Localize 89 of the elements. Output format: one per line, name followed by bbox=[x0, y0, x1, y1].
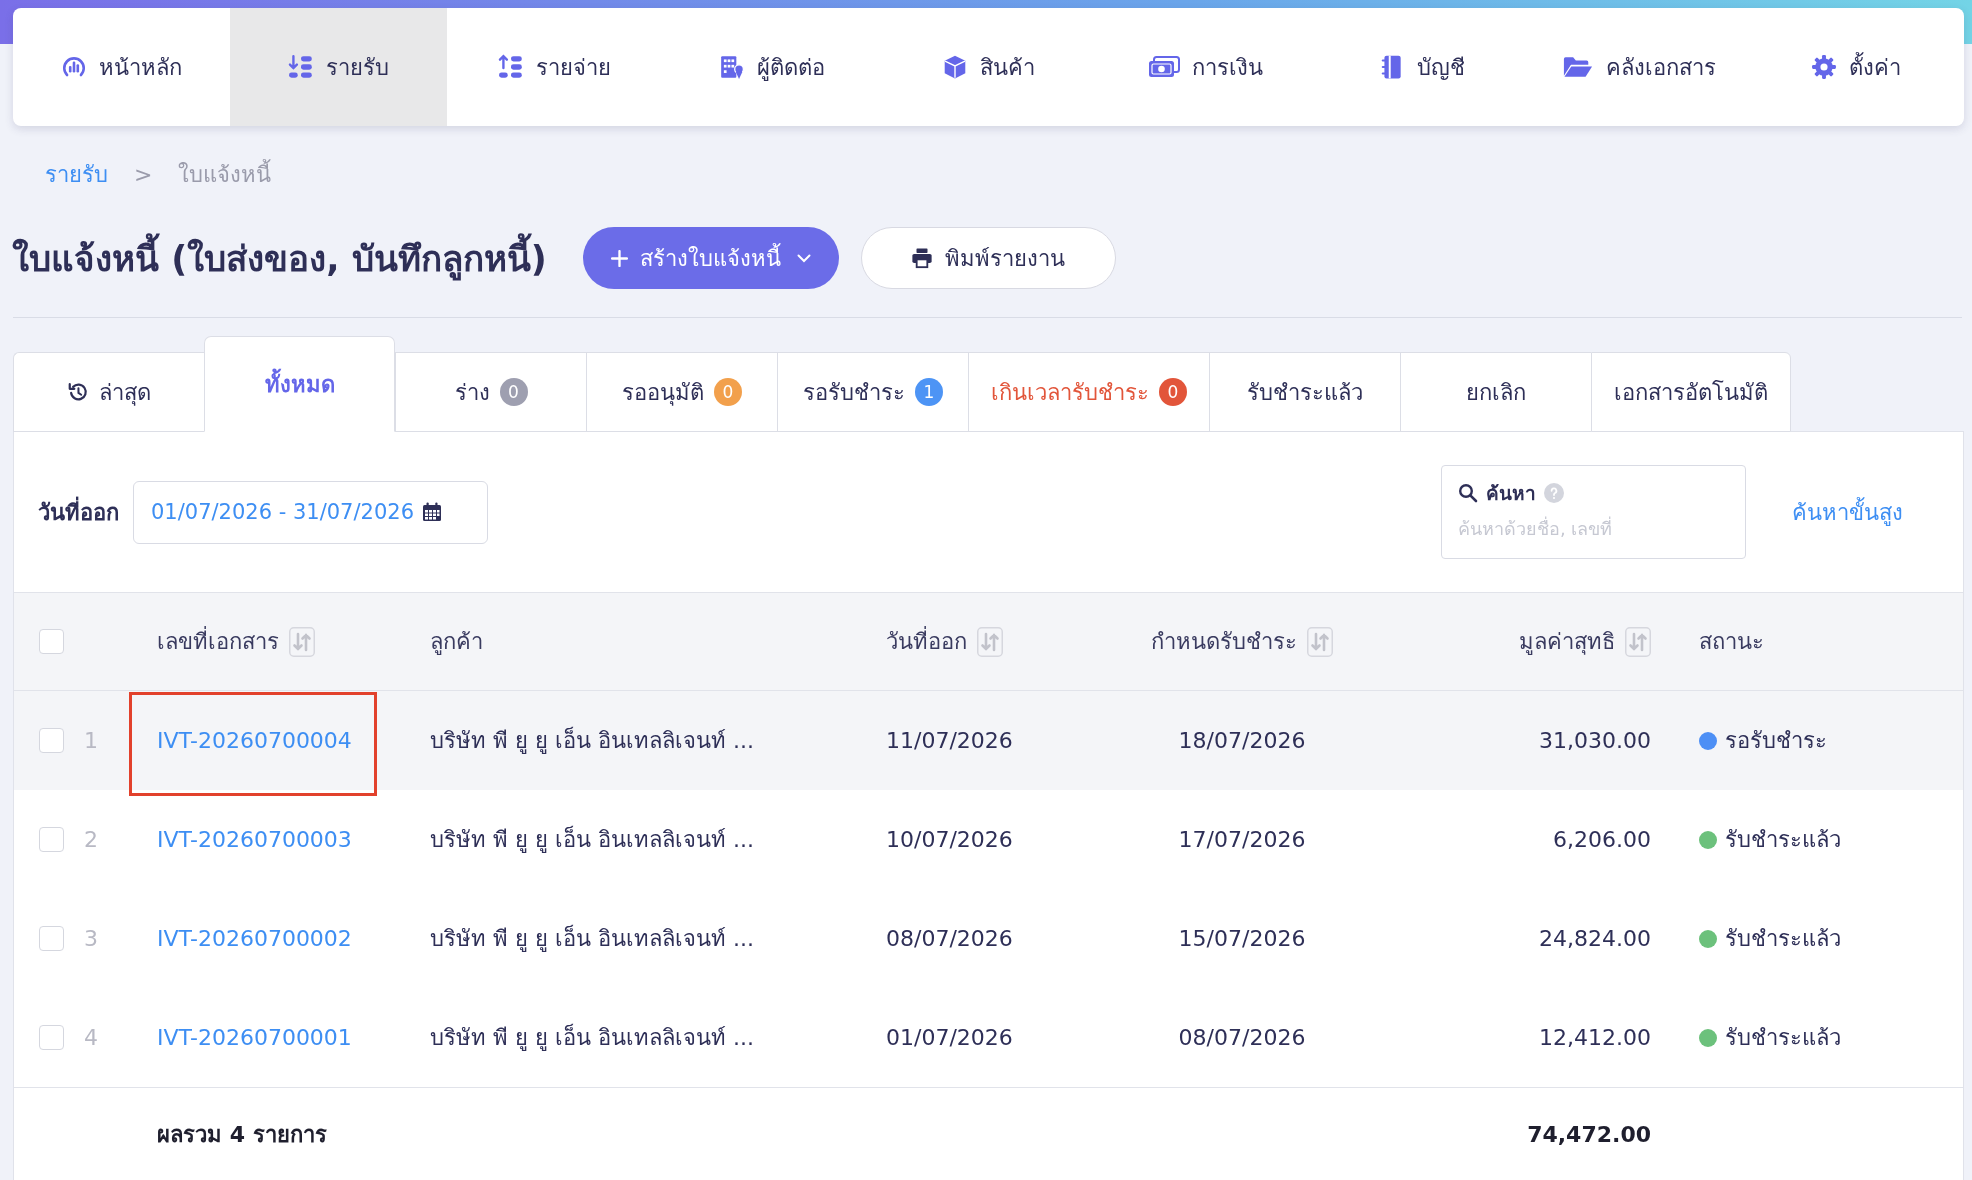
total-label: ผลรวม 4 รายการ bbox=[157, 1120, 328, 1149]
filter-tab[interactable]: เอกสารอัตโนมัติ bbox=[1591, 352, 1791, 432]
calendar-icon bbox=[422, 502, 442, 522]
nav-item[interactable]: สินค้า bbox=[880, 8, 1097, 126]
customer-cell-text: บริษัท พี ยู ยู เอ็น อินเทลลิเจนท์ ... bbox=[430, 923, 755, 954]
date-label: วันที่ออก bbox=[38, 494, 119, 530]
folder-icon bbox=[1561, 54, 1594, 80]
status-label: รับชำระแล้ว bbox=[1725, 826, 1841, 854]
column-header: กำหนดรับชำระ bbox=[1151, 628, 1297, 656]
count-badge: 0 bbox=[499, 378, 528, 406]
count-badge: 0 bbox=[714, 378, 742, 406]
filter-tab[interactable]: รอรับชำระ 1 bbox=[777, 352, 968, 432]
amount-cell-text: 12,412.00 bbox=[1538, 1025, 1651, 1050]
coins-arrow-down-icon bbox=[287, 54, 314, 80]
nav-item[interactable]: รายรับ bbox=[229, 8, 447, 126]
due-date-cell-text: 08/07/2026 bbox=[1177, 1025, 1307, 1050]
search-label: ค้นหา bbox=[1486, 481, 1536, 506]
search-placeholder: ค้นหาด้วยชื่อ, เลขที่ bbox=[1458, 515, 1614, 541]
filter-tab[interactable]: รออนุมัติ 0 bbox=[586, 352, 777, 432]
amount-cell-text: 6,206.00 bbox=[1552, 827, 1651, 852]
status-label: รับชำระแล้ว bbox=[1725, 925, 1841, 953]
issue-date-cell-text: 08/07/2026 bbox=[886, 926, 1014, 951]
caret-icon bbox=[796, 253, 811, 263]
table-row[interactable]: 4 IVT-20260700001 บริษัท พี ยู ยู เอ็น อินเทลลิเจนท์ ... 01/07/2026 08/07/2026 12,412.00 รับชำระแล้ว bbox=[14, 988, 1963, 1087]
amount-cell-text: 24,824.00 bbox=[1538, 926, 1651, 951]
building-icon bbox=[718, 54, 745, 80]
filter-tab[interactable]: ทั้งหมด bbox=[204, 336, 395, 432]
due-date-cell-text: 18/07/2026 bbox=[1177, 728, 1307, 753]
settings-icon bbox=[1810, 54, 1837, 80]
column-header: วันที่ออก bbox=[886, 624, 967, 659]
amount-cell-text: 31,030.00 bbox=[1538, 728, 1651, 753]
filter-tab[interactable]: ยกเลิก bbox=[1400, 352, 1591, 432]
customer-cell-text: บริษัท พี ยู ยู เอ็น อินเทลลิเจนท์ ... bbox=[430, 824, 755, 855]
select-all-checkbox[interactable] bbox=[39, 629, 64, 654]
row-checkbox[interactable] bbox=[39, 728, 64, 753]
breadcrumb-current: ใบแจ้งหนี้ bbox=[178, 158, 272, 189]
column-header: เลขที่เอกสาร bbox=[157, 624, 279, 659]
print-report-button[interactable]: พิมพ์รายงาน bbox=[860, 227, 1116, 289]
nav-item[interactable]: หน้าหลัก bbox=[13, 8, 230, 126]
row-number: 4 bbox=[84, 1025, 98, 1050]
sort-icon[interactable] bbox=[977, 626, 1003, 657]
filter-tab[interactable]: รับชำระแล้ว bbox=[1209, 352, 1400, 432]
customer-cell-text: บริษัท พี ยู ยู เอ็น อินเทลลิเจนท์ ... bbox=[430, 1022, 755, 1053]
customer-cell-text: บริษัท พี ยู ยู เอ็น อินเทลลิเจนท์ ... bbox=[430, 725, 755, 756]
sort-icon[interactable] bbox=[1307, 626, 1333, 657]
row-checkbox[interactable] bbox=[39, 1025, 64, 1050]
coins-arrow-up-icon bbox=[498, 54, 525, 80]
row-checkbox[interactable] bbox=[39, 827, 64, 852]
issue-date-cell-text: 01/07/2026 bbox=[886, 1025, 1014, 1050]
sort-icon[interactable] bbox=[289, 626, 315, 657]
status-label: รับชำระแล้ว bbox=[1725, 1024, 1841, 1052]
status-label: รอรับชำระ bbox=[1725, 727, 1827, 755]
page-title: ใบแจ้งหนี้ (ใบส่งของ, บันทึกลูกหนี้) bbox=[12, 230, 547, 286]
help-icon[interactable] bbox=[1544, 483, 1564, 503]
count-badge: 1 bbox=[915, 378, 943, 406]
cube-icon bbox=[942, 54, 968, 80]
column-header: สถานะ bbox=[1699, 628, 1764, 656]
search-icon bbox=[1458, 483, 1478, 503]
breadcrumb-separator: > bbox=[134, 161, 153, 187]
total-amount: 74,472.00 bbox=[1526, 1121, 1651, 1147]
filter-tab[interactable]: ล่าสุด bbox=[13, 352, 204, 432]
nav-item[interactable]: บัญชี bbox=[1313, 8, 1531, 126]
nav-item[interactable]: ตั้งค่า bbox=[1747, 8, 1964, 126]
table-row[interactable]: 2 IVT-20260700003 บริษัท พี ยู ยู เอ็น อินเทลลิเจนท์ ... 10/07/2026 17/07/2026 6,206.00 รับชำระแล้ว bbox=[14, 790, 1963, 889]
filter-tab[interactable]: ร่าง 0 bbox=[395, 352, 586, 432]
nav-item[interactable]: รายจ่าย bbox=[446, 8, 664, 126]
due-date-cell-text: 17/07/2026 bbox=[1177, 827, 1307, 852]
count-badge: 0 bbox=[1159, 378, 1187, 406]
nav-item[interactable]: การเงิน bbox=[1096, 8, 1314, 126]
filter-tab[interactable]: เกินเวลารับชำระ 0 bbox=[968, 352, 1209, 432]
banknote-icon bbox=[1147, 54, 1180, 80]
search-field[interactable]: ค้นหา ค้นหาด้วยชื่อ, เลขที่ bbox=[1441, 465, 1746, 559]
nav-item[interactable]: คลังเอกสาร bbox=[1530, 8, 1748, 126]
sort-icon[interactable] bbox=[1625, 626, 1651, 657]
plus-icon bbox=[610, 249, 628, 267]
column-header: ลูกค้า bbox=[430, 628, 483, 657]
issue-date-cell-text: 11/07/2026 bbox=[886, 728, 1014, 753]
row-number: 2 bbox=[84, 827, 98, 852]
row-number: 3 bbox=[84, 926, 98, 951]
nav-item[interactable]: ผู้ติดต่อ bbox=[663, 8, 881, 126]
column-header: มูลค่าสุทธิ bbox=[1519, 628, 1615, 657]
create-invoice-button[interactable]: สร้างใบแจ้งหนี้ bbox=[582, 227, 839, 289]
printer-icon bbox=[911, 247, 934, 269]
issue-date-cell-text: 10/07/2026 bbox=[886, 827, 1014, 852]
history-icon bbox=[67, 381, 89, 403]
due-date-cell-text: 15/07/2026 bbox=[1177, 926, 1307, 951]
row-number: 1 bbox=[84, 728, 98, 753]
row-checkbox[interactable] bbox=[39, 926, 64, 951]
table-row[interactable]: 3 IVT-20260700002 บริษัท พี ยู ยู เอ็น อินเทลลิเจนท์ ... 08/07/2026 15/07/2026 24,824.00 รับชำระแล้ว bbox=[14, 889, 1963, 988]
